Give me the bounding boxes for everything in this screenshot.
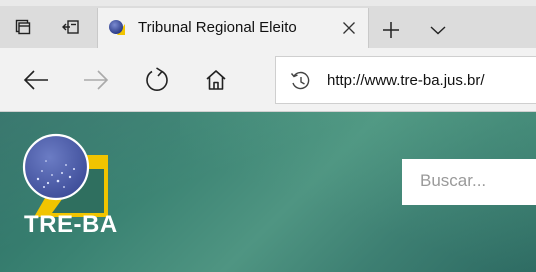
tab-actions-icon xyxy=(15,19,31,35)
chevron-down-icon xyxy=(430,26,446,35)
refresh-icon xyxy=(146,67,168,91)
globe-icon xyxy=(109,20,125,35)
set-aside-tabs-icon xyxy=(62,20,79,34)
url-text: http://www.tre-ba.jus.br/ xyxy=(327,72,485,89)
set-aside-tabs-button[interactable] xyxy=(56,12,86,42)
arrow-left-icon xyxy=(23,70,48,90)
home-button[interactable] xyxy=(200,64,232,96)
search-box[interactable] xyxy=(402,159,536,205)
tab-list-button[interactable] xyxy=(424,18,452,42)
page-header: TRE-BA xyxy=(0,112,536,272)
address-bar[interactable]: http://www.tre-ba.jus.br/ xyxy=(275,56,536,104)
tre-ba-logo[interactable] xyxy=(22,131,112,221)
plus-icon xyxy=(383,22,399,38)
home-icon xyxy=(206,70,226,90)
arrow-right-icon xyxy=(84,70,109,90)
search-input[interactable] xyxy=(402,159,536,203)
tab-actions-button[interactable] xyxy=(8,12,38,42)
back-button[interactable] xyxy=(20,64,52,96)
navigation-bar: http://www.tre-ba.jus.br/ xyxy=(0,48,536,112)
history-icon xyxy=(290,71,310,90)
close-icon xyxy=(343,22,355,34)
refresh-button[interactable] xyxy=(141,64,173,96)
tab-bar: Tribunal Regional Eleito xyxy=(0,6,536,48)
new-tab-button[interactable] xyxy=(377,18,405,42)
tab-title: Tribunal Regional Eleito xyxy=(138,19,297,36)
close-tab-button[interactable] xyxy=(338,18,360,38)
active-tab[interactable]: Tribunal Regional Eleito xyxy=(97,8,369,48)
forward-button[interactable] xyxy=(80,64,112,96)
logo-text: TRE-BA xyxy=(24,211,118,238)
